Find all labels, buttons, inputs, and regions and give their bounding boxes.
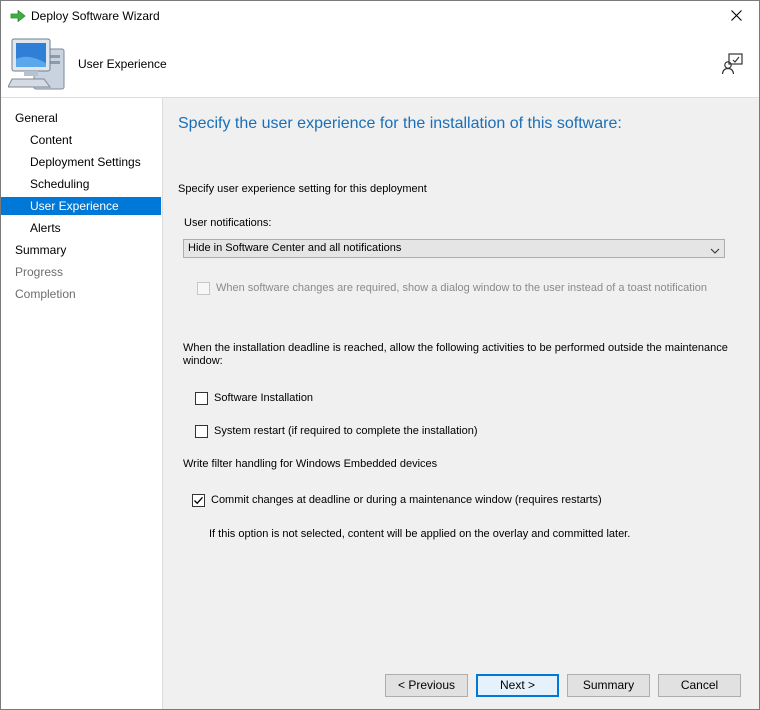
nav-item-deployment-settings[interactable]: Deployment Settings [1,153,161,171]
close-button[interactable] [713,1,759,32]
nav-item-general[interactable]: General [1,109,161,127]
window-title: Deploy Software Wizard [31,9,160,23]
title-bar: Deploy Software Wizard [1,1,759,32]
check-icon [194,496,203,505]
system-restart-checkbox[interactable] [195,425,208,438]
deadline-description-line1: When the installation deadline is reache… [183,342,728,354]
nav-item-user-experience[interactable]: User Experience [1,197,161,215]
nav-item-summary[interactable]: Summary [1,241,161,259]
nav-item-alerts[interactable]: Alerts [1,219,161,237]
commit-changes-label: Commit changes at deadline or during a m… [211,494,602,506]
green-arrow-icon [10,9,26,23]
user-notifications-dropdown[interactable]: Hide in Software Center and all notifica… [183,239,725,258]
dialog-window-checkbox[interactable] [197,282,210,295]
next-button[interactable]: Next > [476,674,559,697]
cancel-button[interactable]: Cancel [658,674,741,697]
wizard-main-panel: Specify the user experience for the inst… [163,98,759,709]
intro-label: Specify user experience setting for this… [178,183,427,195]
summary-button[interactable]: Summary [567,674,650,697]
wizard-header: User Experience [1,32,759,98]
wizard-nav-sidebar: General Content Deployment Settings Sche… [1,98,163,709]
nav-item-completion: Completion [15,287,76,301]
nav-item-scheduling[interactable]: Scheduling [1,175,161,193]
chevron-down-icon [710,244,720,254]
user-notifications-label: User notifications: [184,217,272,229]
software-installation-checkbox[interactable] [195,392,208,405]
write-filter-label: Write filter handling for Windows Embedd… [183,458,438,470]
user-notifications-value: Hide in Software Center and all notifica… [188,242,402,254]
commit-note: If this option is not selected, content … [209,528,631,540]
system-restart-label: System restart (if required to complete … [214,425,478,437]
nav-item-content[interactable]: Content [1,131,161,149]
previous-button[interactable]: < Previous [385,674,468,697]
section-heading: Specify the user experience for the inst… [178,115,622,132]
software-installation-label: Software Installation [214,392,314,404]
deploy-software-wizard-window: Deploy Software Wizard User Experience G… [0,0,760,710]
page-title: User Experience [78,57,167,71]
dialog-window-label: When software changes are required, show… [216,282,708,294]
commit-changes-checkbox[interactable] [192,494,205,507]
close-icon [730,9,742,24]
nav-item-progress: Progress [15,265,64,279]
help-person-icon[interactable] [721,52,745,76]
computer-icon [7,35,68,91]
deadline-description-line2: window: [183,355,223,367]
